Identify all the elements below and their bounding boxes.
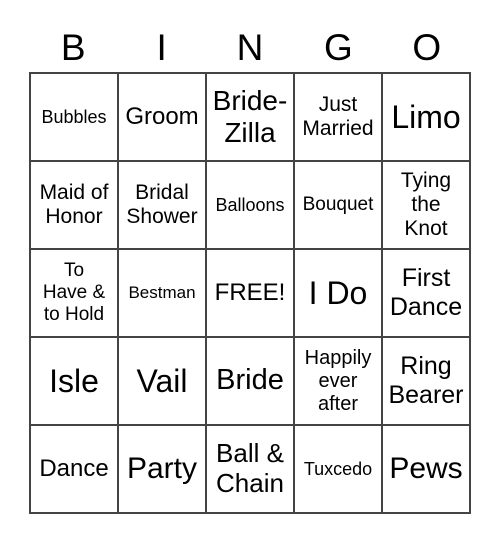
header-letter-n: N [236,27,264,68]
bingo-cell[interactable]: Pews [382,425,470,513]
cell-label: Bubbles [41,106,107,127]
bingo-cell[interactable]: Party [118,425,206,513]
cell-label: I Do [308,274,368,311]
cell-label: Vail [136,362,188,399]
bingo-cell[interactable]: Limo [382,73,470,161]
bingo-cell[interactable]: Just Married [294,73,382,161]
cell-label: Bridal Shower [126,180,198,228]
bingo-cell[interactable]: Dance [30,425,118,513]
cell-label: Limo [391,98,461,135]
bingo-cell[interactable]: Bride [206,337,294,425]
cell-label: Just Married [302,92,374,140]
bingo-cell[interactable]: Balloons [206,161,294,249]
cell-label: Tying the Knot [400,168,452,241]
cell-label: To Have & to Hold [42,260,106,325]
cell-label: Ring Bearer [388,352,464,409]
cell-label: Groom [125,103,199,131]
cell-label: Balloons [215,194,285,215]
bingo-cell[interactable]: I Do [294,249,382,337]
cell-label: First Dance [389,264,463,321]
cell-label: FREE! [214,279,286,307]
free-space-cell[interactable]: FREE! [206,249,294,337]
bingo-cell[interactable]: Tying the Knot [382,161,470,249]
header-letter-g: G [323,27,353,68]
bingo-cell[interactable]: Vail [118,337,206,425]
cell-label: Dance [39,455,109,483]
bingo-cell[interactable]: Bestman [118,249,206,337]
bingo-grid: Bubbles Groom Bride- Zilla Just Married Limo… [29,72,471,514]
cell-label: Bestman [128,283,196,303]
header-letter-o: O [412,27,442,68]
cell-label: Bride [216,364,284,397]
bingo-cell[interactable]: Tuxcedo [294,425,382,513]
bingo-cell[interactable]: Bubbles [30,73,118,161]
bingo-cell[interactable]: Ball & Chain [206,425,294,513]
bingo-cell[interactable]: Bridal Shower [118,161,206,249]
bingo-header: BINGO [29,24,471,72]
cell-label: Bride- Zilla [212,84,288,148]
cell-label: Pews [389,451,463,485]
bingo-cell[interactable]: Groom [118,73,206,161]
header-letter-b: B [60,27,86,68]
bingo-cell[interactable]: First Dance [382,249,470,337]
bingo-cell[interactable]: Bouquet [294,161,382,249]
bingo-cell[interactable]: Bride- Zilla [206,73,294,161]
cell-label: Isle [49,362,99,399]
cell-label: Maid of Honor [39,180,109,228]
cell-label: Tuxcedo [303,458,373,479]
bingo-cell[interactable]: To Have & to Hold [30,249,118,337]
header-letter-i: I [156,27,167,68]
cell-label: Bouquet [302,194,374,216]
cell-label: Ball & Chain [216,438,284,498]
bingo-cell[interactable]: Maid of Honor [30,161,118,249]
bingo-cell[interactable]: Isle [30,337,118,425]
cell-label: Party [126,451,198,485]
bingo-cell[interactable]: Happily ever after [294,337,382,425]
bingo-cell[interactable]: Ring Bearer [382,337,470,425]
cell-label: Happily ever after [304,346,372,415]
